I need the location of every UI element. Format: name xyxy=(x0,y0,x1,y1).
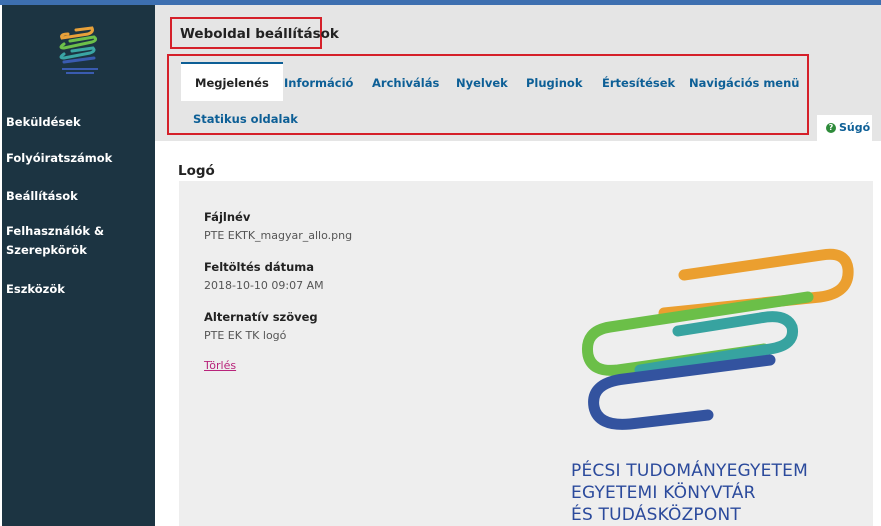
sidebar: Beküldések Folyóiratszámok Beállítások F… xyxy=(2,5,155,526)
tab-archiving[interactable]: Archiválás xyxy=(372,76,439,90)
sidebar-item-tools[interactable]: Eszközök xyxy=(6,280,65,299)
logo-section-title: Logó xyxy=(178,163,215,179)
help-icon: ? xyxy=(826,123,836,133)
sidebar-item-settings[interactable]: Beállítások xyxy=(6,187,78,206)
logo-panel: Fájlnév PTE EKTK_magyar_allo.png Feltölt… xyxy=(179,181,873,526)
tab-appearance[interactable]: Megjelenés xyxy=(181,62,283,101)
paperclip-logo-icon xyxy=(581,248,854,430)
help-button[interactable]: ? Súgó xyxy=(817,115,872,141)
filename-value: PTE EKTK_magyar_allo.png xyxy=(204,229,353,242)
tab-navigation-menu[interactable]: Navigációs menü xyxy=(689,76,799,90)
journal-logo-icon[interactable] xyxy=(50,20,110,78)
logo-text-line1: PÉCSI TUDOMÁNYEGYETEM xyxy=(571,461,808,481)
alt-text-label: Alternatív szöveg xyxy=(204,310,318,324)
tab-information[interactable]: Információ xyxy=(284,76,353,90)
upload-date-label: Feltöltés dátuma xyxy=(204,260,315,274)
logo-text-line2: EGYETEMI KÖNYVTÁR xyxy=(571,483,756,503)
help-label: Súgó xyxy=(839,121,871,134)
delete-logo-link[interactable]: Törlés xyxy=(204,359,236,372)
sidebar-item-issues[interactable]: Folyóiratszámok xyxy=(6,149,112,168)
tab-languages[interactable]: Nyelvek xyxy=(456,76,508,90)
sidebar-item-users-line2[interactable]: Szerepkörök xyxy=(6,241,87,260)
tab-static-pages[interactable]: Statikus oldalak xyxy=(193,112,298,126)
sidebar-item-submissions[interactable]: Beküldések xyxy=(6,113,81,132)
logo-text-line3: ÉS TUDÁSKÖZPONT xyxy=(571,505,741,525)
sidebar-item-users-line1[interactable]: Felhasználók & xyxy=(6,222,104,241)
app-window: Beküldések Folyóiratszámok Beállítások F… xyxy=(0,0,881,526)
main-content: Weboldal beállítások Megjelenés Informác… xyxy=(155,5,881,526)
page-title: Weboldal beállítások xyxy=(180,26,339,42)
tab-notifications[interactable]: Értesítések xyxy=(602,76,675,90)
alt-text-value: PTE EK TK logó xyxy=(204,329,287,342)
tab-plugins[interactable]: Pluginok xyxy=(526,76,582,90)
filename-label: Fájlnév xyxy=(204,210,251,224)
upload-date-value: 2018-10-10 09:07 AM xyxy=(204,279,324,292)
